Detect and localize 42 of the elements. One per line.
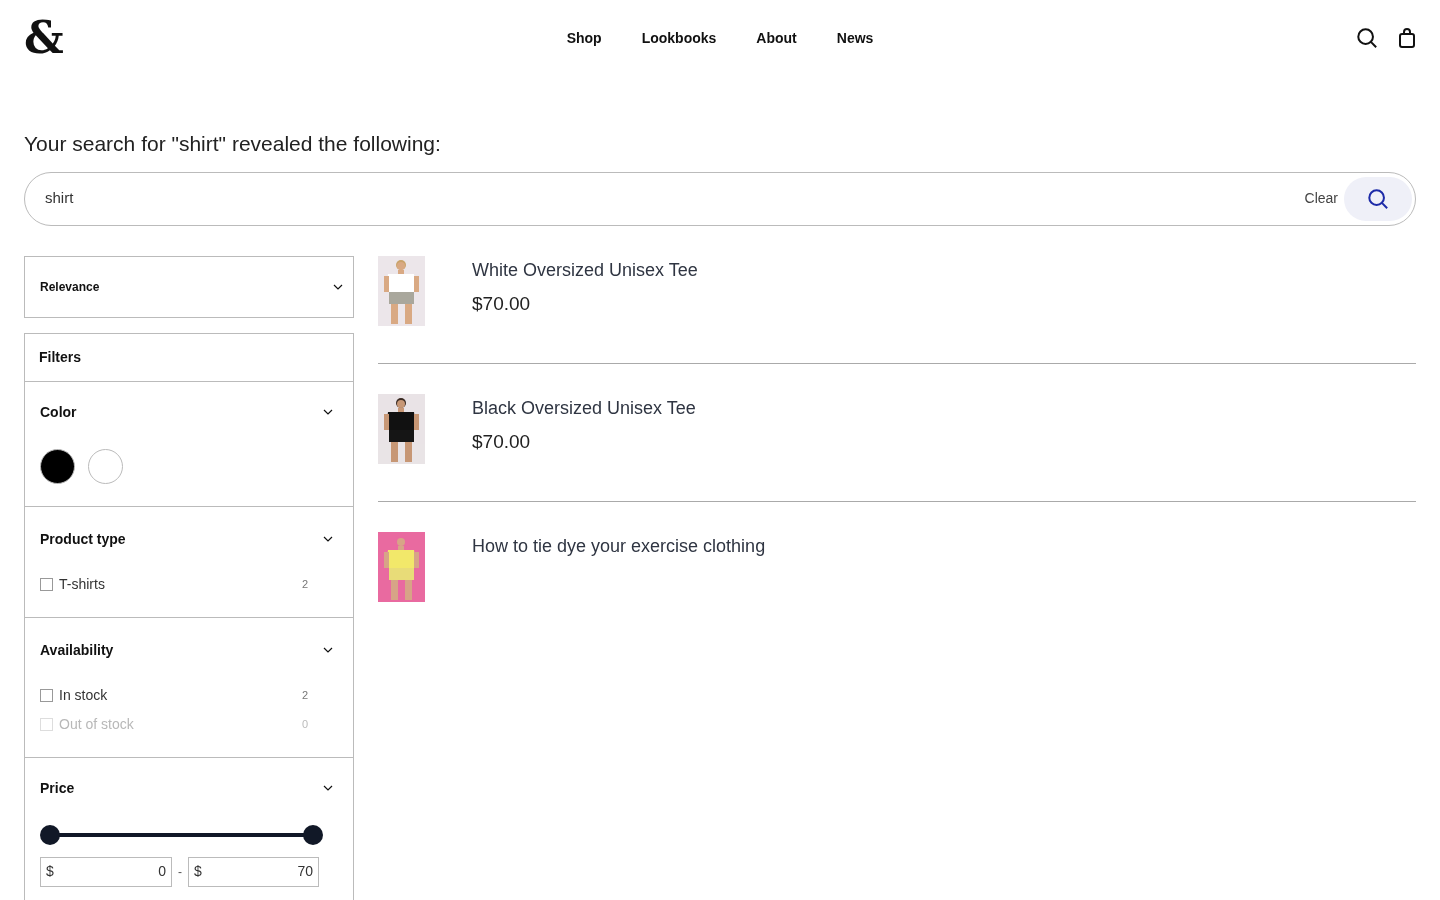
filter-title[interactable]: Product type xyxy=(40,528,126,550)
option-count: 2 xyxy=(301,687,308,703)
price-min-field[interactable]: $ 0 xyxy=(40,856,172,887)
option-count: 0 xyxy=(301,716,308,732)
search-heading: Your search for "shirt" revealed the following: xyxy=(24,131,442,157)
search-button[interactable] xyxy=(1344,176,1412,221)
price-slider[interactable] xyxy=(40,824,323,845)
price-max-field[interactable]: $ 70 xyxy=(188,856,319,887)
nav-link[interactable]: About xyxy=(756,27,797,49)
result-title[interactable]: How to tie dye your exercise clothing xyxy=(472,532,766,560)
search-icon xyxy=(1367,187,1389,210)
chevron-down-icon xyxy=(323,409,333,415)
color-swatch[interactable] xyxy=(40,448,75,484)
filter-option[interactable]: T-shirts xyxy=(40,573,105,595)
checkbox[interactable] xyxy=(40,688,53,702)
color-swatch[interactable] xyxy=(88,448,123,484)
chevron-down-icon xyxy=(323,647,333,653)
search-icon[interactable] xyxy=(1356,27,1378,49)
chevron-down-icon xyxy=(323,536,333,542)
filters-title: Filters xyxy=(39,347,81,367)
nav-link[interactable]: News xyxy=(836,27,874,49)
logo[interactable]: & xyxy=(24,16,64,60)
result-title[interactable]: White Oversized Unisex Tee xyxy=(472,256,698,284)
nav-link[interactable]: Shop xyxy=(566,27,602,49)
result-price: $70.00 xyxy=(472,429,532,454)
slider-handle[interactable] xyxy=(40,824,60,845)
filter-title[interactable]: Color xyxy=(40,401,77,423)
filter-option[interactable]: In stock xyxy=(40,684,108,706)
chevron-down-icon xyxy=(323,785,333,791)
result-title[interactable]: Black Oversized Unisex Tee xyxy=(472,394,696,422)
shopping-bag-icon[interactable] xyxy=(1398,27,1416,49)
range-separator: - xyxy=(178,863,182,881)
nav-link[interactable]: Lookbooks xyxy=(641,27,717,49)
chevron-down-icon xyxy=(333,283,343,290)
sort-dropdown[interactable]: Relevance xyxy=(24,255,354,318)
checkbox[interactable] xyxy=(40,577,53,591)
option-count: 2 xyxy=(301,576,308,592)
clear-button[interactable]: Clear xyxy=(1304,188,1338,209)
slider-handle[interactable] xyxy=(303,824,323,845)
filter-title[interactable]: Price xyxy=(40,777,75,799)
filter-title[interactable]: Availability xyxy=(40,639,114,661)
result-price: $70.00 xyxy=(472,291,532,316)
